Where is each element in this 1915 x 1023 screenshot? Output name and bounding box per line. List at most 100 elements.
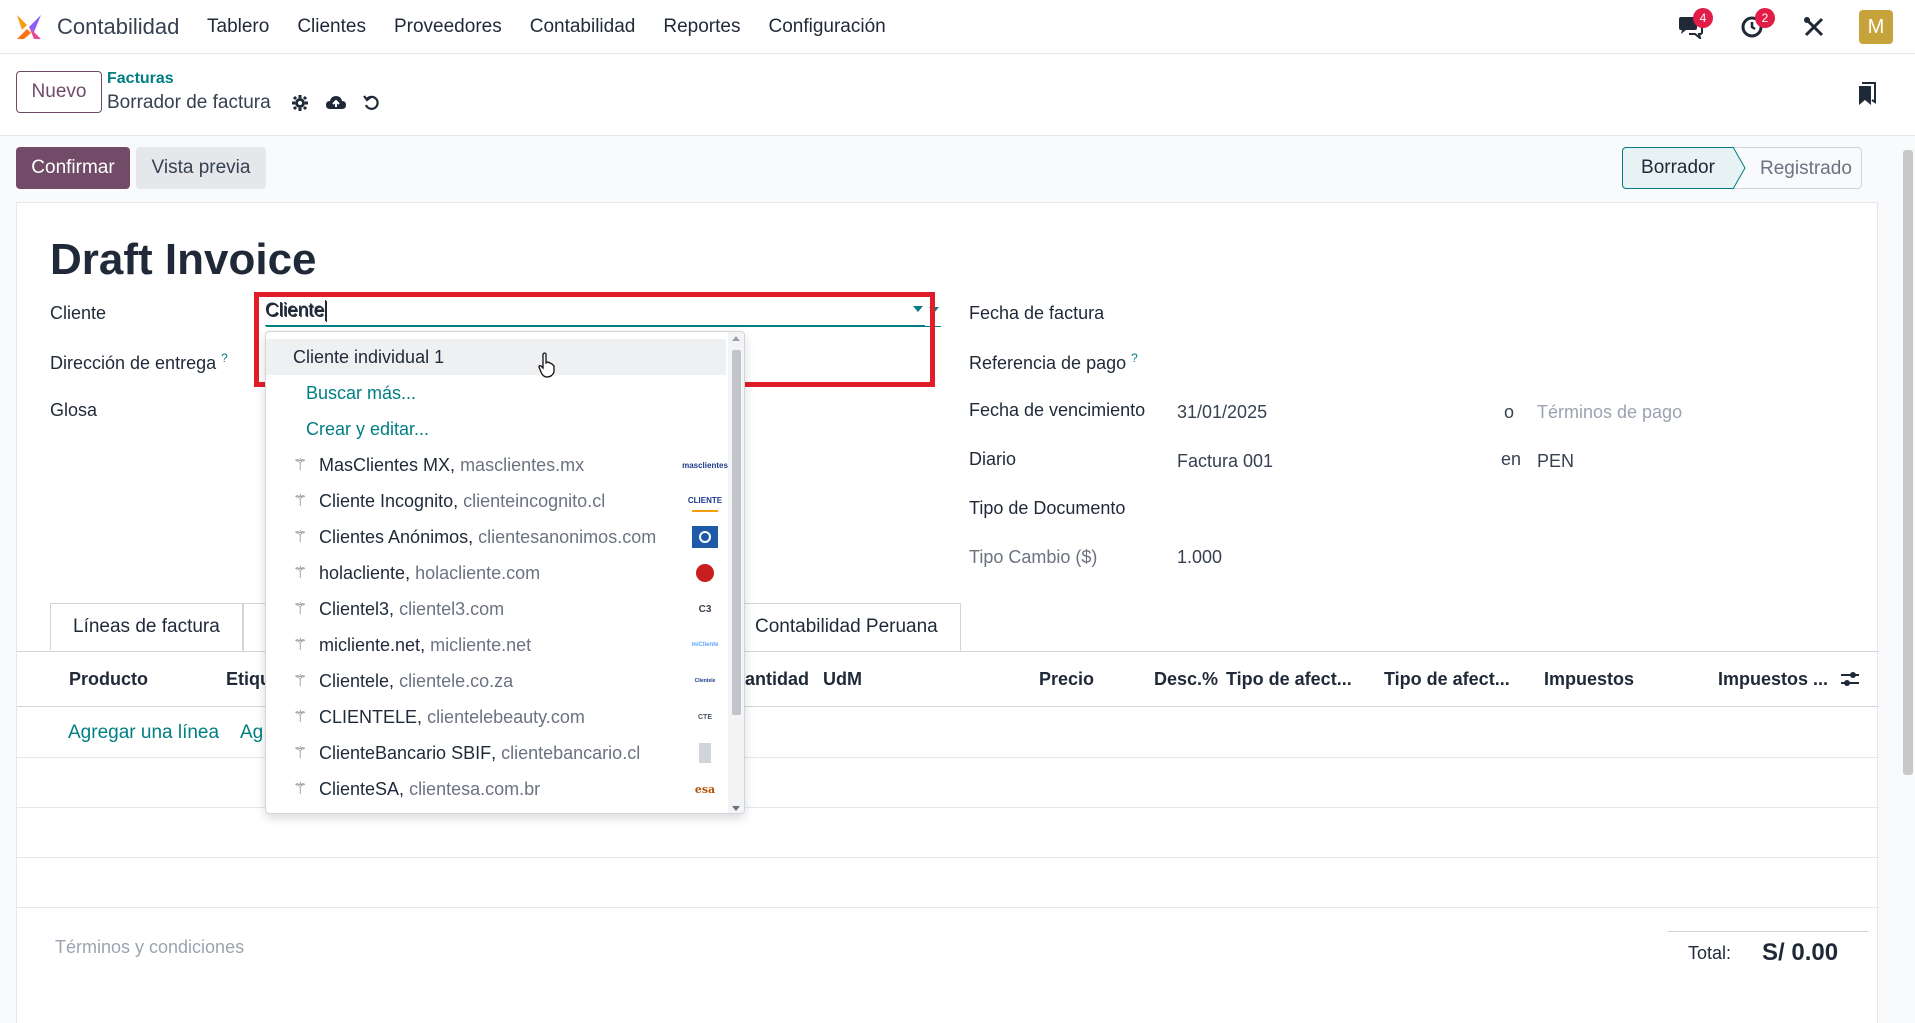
company-logo-icon: esa bbox=[694, 782, 716, 796]
magic-wand-icon: ⚚ bbox=[293, 637, 308, 654]
autocomplete-item[interactable]: ⚚ CLIENTELE, clientelebeauty.com CTE bbox=[266, 699, 726, 735]
scroll-down-icon[interactable] bbox=[732, 806, 740, 811]
table-row bbox=[17, 808, 1879, 858]
col-descuento[interactable]: Desc.% bbox=[1154, 669, 1218, 690]
label-fecha-factura: Fecha de factura bbox=[969, 303, 1105, 323]
user-avatar[interactable]: M bbox=[1859, 10, 1893, 44]
company-logo-icon bbox=[692, 526, 718, 548]
total-divider bbox=[1668, 931, 1868, 932]
cloud-upload-icon[interactable] bbox=[325, 94, 347, 112]
discard-icon[interactable] bbox=[362, 94, 381, 112]
col-udm[interactable]: UdM bbox=[823, 669, 862, 690]
preview-button[interactable]: Vista previa bbox=[136, 147, 266, 189]
tools-button[interactable] bbox=[1797, 10, 1831, 44]
company-name: MasClientes MX bbox=[319, 454, 451, 475]
autocomplete-item[interactable]: ⚚ ClienteSA, clientesa.com.br esa bbox=[266, 771, 726, 807]
top-navbar: Contabilidad Tablero Clientes Proveedore… bbox=[0, 0, 1915, 54]
messages-badge: 4 bbox=[1693, 8, 1713, 28]
menu-contabilidad[interactable]: Contabilidad bbox=[530, 16, 636, 38]
scroll-up-icon[interactable] bbox=[732, 336, 740, 341]
cliente-input-overlay[interactable]: Cliente bbox=[265, 296, 925, 326]
scroll-thumb[interactable] bbox=[732, 350, 741, 715]
tools-icon bbox=[1804, 17, 1824, 37]
diario-field[interactable]: Factura 001 bbox=[1177, 451, 1273, 472]
company-logo-icon bbox=[692, 562, 718, 584]
col-precio[interactable]: Precio bbox=[1039, 669, 1094, 690]
column-settings-icon[interactable] bbox=[1840, 670, 1860, 688]
activities-button[interactable]: 2 bbox=[1735, 8, 1775, 44]
menu-tablero[interactable]: Tablero bbox=[207, 16, 269, 38]
company-name: CLIENTELE bbox=[319, 706, 418, 727]
company-domain: clientesanonimos.com bbox=[478, 526, 657, 547]
magic-wand-icon: ⚚ bbox=[293, 781, 308, 798]
dropdown-item-label: Cliente individual 1 bbox=[293, 346, 445, 367]
company-domain: masclientes.mx bbox=[460, 454, 585, 475]
main-menu: Tablero Clientes Proveedores Contabilida… bbox=[207, 16, 914, 38]
help-icon[interactable]: ? bbox=[221, 351, 228, 365]
label-glosa: Glosa bbox=[50, 400, 98, 420]
fecha-vencimiento-field[interactable]: 31/01/2025 bbox=[1177, 402, 1267, 423]
app-name[interactable]: Contabilidad bbox=[57, 14, 179, 40]
autocomplete-item[interactable]: ⚚ holacliente, holacliente.com bbox=[266, 555, 726, 591]
company-logo-icon: C3 bbox=[698, 603, 712, 615]
chevron-down-icon[interactable] bbox=[913, 306, 923, 312]
status-posted[interactable]: Registrado bbox=[1734, 147, 1862, 189]
menu-proveedores[interactable]: Proveedores bbox=[394, 16, 502, 38]
company-logo-icon bbox=[692, 742, 718, 764]
company-domain: clientebancario.cl bbox=[501, 742, 641, 763]
help-icon[interactable]: ? bbox=[1131, 351, 1138, 365]
autocomplete-item[interactable]: ⚚ micliente.net, micliente.net miCliente bbox=[266, 627, 726, 663]
invoice-title: Draft Invoice bbox=[50, 235, 317, 284]
menu-configuracion[interactable]: Configuración bbox=[768, 16, 885, 38]
page-scrollbar[interactable] bbox=[1903, 150, 1913, 775]
tipo-cambio-field[interactable]: 1.000 bbox=[1177, 547, 1222, 568]
app-logo-icon[interactable] bbox=[14, 12, 44, 42]
create-edit-link[interactable]: Crear y editar... bbox=[266, 411, 726, 447]
magic-wand-icon: ⚚ bbox=[293, 529, 308, 546]
autocomplete-item[interactable]: ⚚ Cliente Incognito, clienteincognito.cl… bbox=[266, 483, 726, 519]
add-line-link[interactable]: Agregar una línea bbox=[68, 722, 219, 744]
dropdown-scrollbar[interactable] bbox=[728, 332, 744, 813]
company-logo-icon: CLIENTE bbox=[688, 490, 722, 512]
tab-contabilidad-peruana[interactable]: Contabilidad Peruana bbox=[732, 603, 961, 651]
label-tipo-documento: Tipo de Documento bbox=[969, 498, 1126, 518]
company-name: Clientes Anónimos bbox=[319, 526, 469, 547]
dropdown-item-record[interactable]: Cliente individual 1 bbox=[266, 339, 726, 375]
col-cantidad[interactable]: antidad bbox=[745, 669, 809, 690]
new-button[interactable]: Nuevo bbox=[16, 71, 102, 113]
menu-clientes[interactable]: Clientes bbox=[297, 16, 366, 38]
hand-cursor-icon bbox=[538, 352, 555, 378]
company-domain: clienteincognito.cl bbox=[463, 490, 606, 511]
bookmark-icon[interactable] bbox=[1857, 82, 1877, 106]
status-arrow-icon bbox=[1733, 147, 1746, 189]
moneda-field[interactable]: PEN bbox=[1537, 451, 1574, 472]
breadcrumb-parent[interactable]: Facturas bbox=[107, 70, 174, 88]
autocomplete-item[interactable]: ⚚ Clientes Anónimos, clientesanonimos.co… bbox=[266, 519, 726, 555]
autocomplete-item[interactable]: ⚚ ClienteBancario SBIF, clientebancario.… bbox=[266, 735, 726, 771]
col-impuestos-2[interactable]: Impuestos ... bbox=[1718, 669, 1828, 690]
magic-wand-icon: ⚚ bbox=[293, 745, 308, 762]
control-panel: Nuevo Facturas Borrador de factura bbox=[0, 54, 1915, 136]
total-value: S/ 0.00 bbox=[1762, 939, 1839, 966]
col-tipo-afect-2[interactable]: Tipo de afect... bbox=[1384, 669, 1510, 690]
autocomplete-item[interactable]: ⚚ MasClientes MX, masclientes.mx masclie… bbox=[266, 447, 728, 483]
tab-lineas-factura[interactable]: Líneas de factura bbox=[50, 603, 243, 651]
or-text: o bbox=[1504, 402, 1515, 422]
magic-wand-icon: ⚚ bbox=[293, 457, 308, 474]
activities-badge: 2 bbox=[1755, 8, 1775, 28]
confirm-button[interactable]: Confirmar bbox=[16, 147, 130, 189]
company-domain: clientele.co.za bbox=[399, 670, 514, 691]
terms-field[interactable]: Términos y condiciones bbox=[55, 937, 244, 958]
autocomplete-item[interactable]: ⚚ Clientel3, clientel3.com C3 bbox=[266, 591, 726, 627]
add-section-link[interactable]: Ag bbox=[240, 722, 263, 744]
col-producto[interactable]: Producto bbox=[69, 669, 148, 690]
search-more-link[interactable]: Buscar más... bbox=[266, 375, 726, 411]
col-impuestos[interactable]: Impuestos bbox=[1544, 669, 1634, 690]
autocomplete-item[interactable]: ⚚ Clientele, clientele.co.za Clientele bbox=[266, 663, 726, 699]
menu-reportes[interactable]: Reportes bbox=[663, 16, 740, 38]
gear-icon[interactable] bbox=[291, 94, 309, 112]
messages-button[interactable]: 4 bbox=[1673, 8, 1713, 44]
status-draft[interactable]: Borrador bbox=[1622, 147, 1734, 189]
terminos-pago-field[interactable]: Términos de pago bbox=[1537, 402, 1682, 423]
col-tipo-afect-1[interactable]: Tipo de afect... bbox=[1226, 669, 1352, 690]
